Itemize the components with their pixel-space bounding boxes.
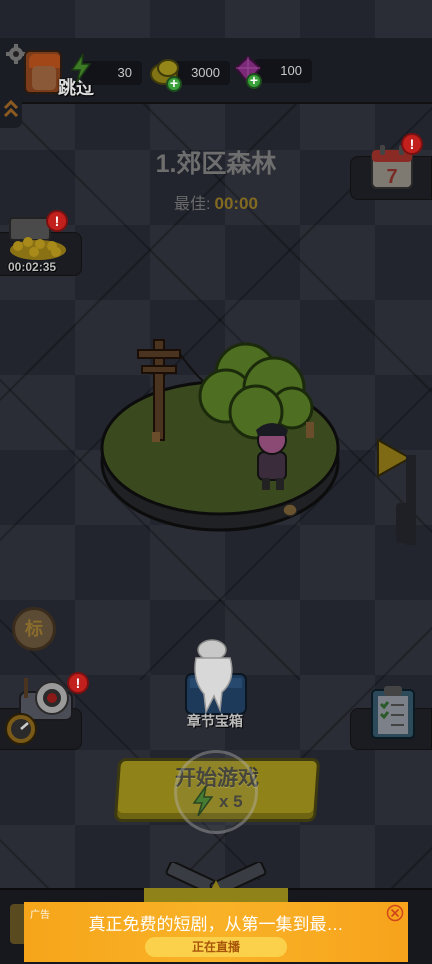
energy-bolt-icon: [70, 54, 92, 82]
next-stage-signpost: [396, 455, 416, 545]
ad-text[interactable]: 真正免费的短剧，从第一集到最…: [24, 910, 408, 935]
avatar-face: [32, 66, 56, 90]
forest-island-scene[interactable]: [96, 330, 344, 540]
add-gems-button[interactable]: +: [246, 73, 262, 89]
chapter-chest-label: 章节宝箱: [187, 713, 243, 729]
chest-timer: 00:02:35: [8, 260, 57, 274]
calendar-alert-badge: !: [401, 133, 423, 155]
gems-counter: 100: [254, 59, 312, 83]
tag-button[interactable]: 标: [12, 607, 56, 651]
ad-cta-button[interactable]: 正在直播: [145, 937, 287, 957]
add-coins-button[interactable]: +: [166, 76, 182, 92]
chest-alert-badge: !: [46, 210, 68, 232]
clipboard-tasks-icon: [371, 686, 415, 739]
best-time-label: 最佳:: [174, 196, 211, 213]
player-avatar[interactable]: [24, 50, 62, 94]
gear-icon[interactable]: [6, 44, 26, 64]
tap-hint-ring: [174, 750, 258, 834]
calendar-day: 7: [386, 166, 397, 188]
tutorial-pointer-hand-icon: [194, 639, 233, 714]
robot-alert-badge: !: [67, 672, 89, 694]
best-time-value: 00:00: [214, 194, 258, 213]
close-icon[interactable]: [386, 904, 404, 922]
speed-gauge-icon: [5, 713, 37, 745]
expand-arrow-icon[interactable]: [0, 92, 22, 128]
